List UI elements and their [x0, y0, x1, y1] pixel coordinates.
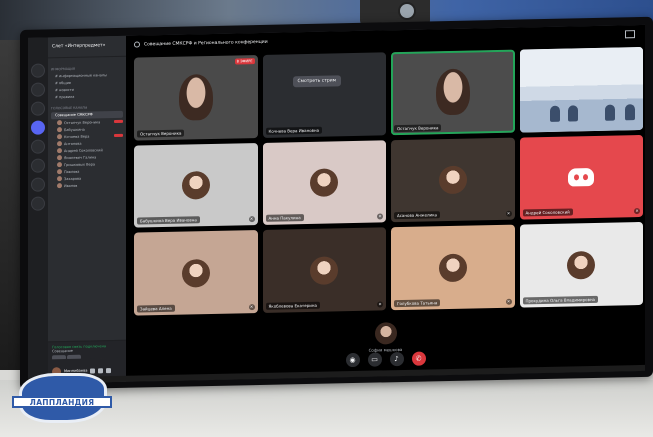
voice-call-area: Совещание СМКСРФ и Регионального конфере…: [126, 24, 645, 382]
avatar: [57, 148, 62, 154]
avatar: [57, 169, 62, 175]
server-icon[interactable]: [31, 196, 45, 211]
participant-name: Голубкова Татьяна: [394, 299, 441, 308]
participant-tile[interactable]: Зайцева Алена ✕: [134, 230, 258, 316]
avatar: [57, 120, 62, 126]
channel-list: ИНФОРМАЦИЯ # информационные каналы # общ…: [48, 57, 126, 194]
server-icon[interactable]: [31, 139, 45, 154]
participant-name: Остапчук Вероника: [394, 123, 442, 132]
participant-tile[interactable]: Голубкова Татьяна ✕: [391, 224, 515, 311]
server-list: [28, 37, 48, 384]
server-icon[interactable]: [31, 82, 45, 97]
channel-category: ГОЛОСОВЫЕ КАНАЛЫ: [51, 105, 88, 111]
camera-icon: [398, 2, 416, 20]
server-icon[interactable]: [31, 101, 45, 116]
participant-name: Андрей Соколовский: [522, 208, 573, 217]
avatar: [57, 183, 62, 189]
mute-icon: ✕: [248, 216, 255, 223]
avatar: [57, 176, 62, 182]
avatar: [57, 127, 62, 133]
watch-stream-button[interactable]: Смотреть стрим: [292, 75, 342, 88]
participant-name: Якоблевова Екатерина: [265, 301, 320, 310]
discord-logo-icon: [568, 167, 595, 187]
voice-member[interactable]: Иванов: [51, 181, 123, 190]
server-name[interactable]: Слет «Интерпредмет»: [48, 35, 126, 59]
mute-icon: ✕: [505, 211, 512, 218]
participant-name: Бабушкина Вера Ивановна: [137, 216, 200, 225]
participant-name: Остапчук Вероника: [137, 129, 185, 138]
server-icon[interactable]: [31, 63, 45, 78]
live-badge: [114, 119, 123, 124]
person-figure: [549, 105, 560, 122]
channel-category: ИНФОРМАЦИЯ: [51, 66, 75, 72]
mute-icon: ✕: [505, 298, 512, 305]
mute-icon: ✕: [377, 301, 383, 308]
participant-name: Прокудина Ольга Владимировна: [522, 295, 599, 305]
participant-name: Кочнева Вера Ивановна: [265, 126, 323, 135]
participant-tile[interactable]: Прокудина Ольга Владимировна: [519, 222, 643, 308]
grid-view-icon[interactable]: [625, 30, 635, 39]
avatar: [438, 253, 467, 282]
avatar: [57, 155, 62, 161]
channel-sidebar: Слет «Интерпредмет» ИНФОРМАЦИЯ # информа…: [48, 35, 126, 384]
participant-name: Анна Пакулина: [265, 214, 304, 223]
participant-tile[interactable]: Якоблевова Екатерина ✕: [262, 227, 386, 313]
participant-name: Зайцева Алена: [137, 304, 175, 313]
channel-item[interactable]: # правила: [51, 93, 123, 102]
person-figure: [567, 104, 578, 122]
mute-icon: ✕: [377, 213, 383, 220]
server-icon[interactable]: [31, 177, 45, 192]
avatar: [57, 162, 62, 168]
speaker-icon: [134, 41, 140, 48]
avatar: [438, 165, 467, 195]
avatar: [310, 255, 339, 285]
live-badge: В ЭФИРЕ: [234, 58, 255, 65]
avatar: [181, 171, 210, 200]
participant-video: [178, 74, 213, 122]
screen-share-icon[interactable]: ▭: [367, 352, 382, 367]
participant-tile[interactable]: Остапчук Вероника: [391, 49, 515, 135]
participant-name: Асанова Анжелика: [394, 211, 440, 220]
avatar: [374, 322, 397, 345]
avatar: [181, 258, 210, 288]
mute-icon: ✕: [634, 208, 640, 215]
call-title: Совещание СМКСРФ и Регионального конфере…: [144, 39, 268, 47]
voice-channel-sub: Совещание: [52, 348, 73, 354]
participant-video: [519, 46, 643, 133]
participant-tile[interactable]: Бабушкина Вера Ивановна ✕: [134, 142, 258, 228]
participant-tile[interactable]: Анна Пакулина ✕: [262, 139, 386, 226]
participant-tile[interactable]: Асанова Анжелика ✕: [391, 137, 515, 223]
lapplandia-logo: ЛАППЛАНДИЯ: [12, 370, 112, 426]
voice-status-panel: Голосовая связь подключена Совещание: [48, 339, 126, 361]
avatar: [310, 168, 339, 197]
server-icon-active[interactable]: [31, 120, 45, 135]
logo-text: ЛАППЛАНДИЯ: [12, 396, 112, 408]
participant-grid: В ЭФИРЕ Остапчук Вероника Смотреть стрим…: [134, 46, 643, 316]
discord-window: Слет «Интерпредмет» ИНФОРМАЦИЯ # информа…: [28, 24, 645, 384]
participant-tile[interactable]: Смотреть стрим Кочнева Вера Ивановна: [262, 52, 386, 138]
participant-tile[interactable]: В ЭФИРЕ Остапчук Вероника: [134, 55, 258, 141]
avatar: [57, 134, 62, 140]
participant-video: [435, 68, 470, 116]
live-badge: [114, 133, 123, 138]
person-figure: [624, 103, 635, 120]
hang-up-icon[interactable]: ✆: [411, 351, 426, 366]
participant-tile[interactable]: Андрей Соколовский ✕: [519, 134, 643, 220]
mute-icon: ✕: [248, 304, 255, 311]
microphone-icon[interactable]: ♪: [389, 351, 404, 367]
avatar: [567, 250, 596, 280]
avatar: [57, 141, 62, 147]
participant-tile[interactable]: [519, 46, 643, 133]
person-figure: [604, 104, 615, 121]
server-icon[interactable]: [31, 158, 45, 173]
camera-toggle-icon[interactable]: ◉: [345, 352, 360, 368]
monitor: Слет «Интерпредмет» ИНФОРМАЦИЯ # информа…: [20, 16, 653, 390]
